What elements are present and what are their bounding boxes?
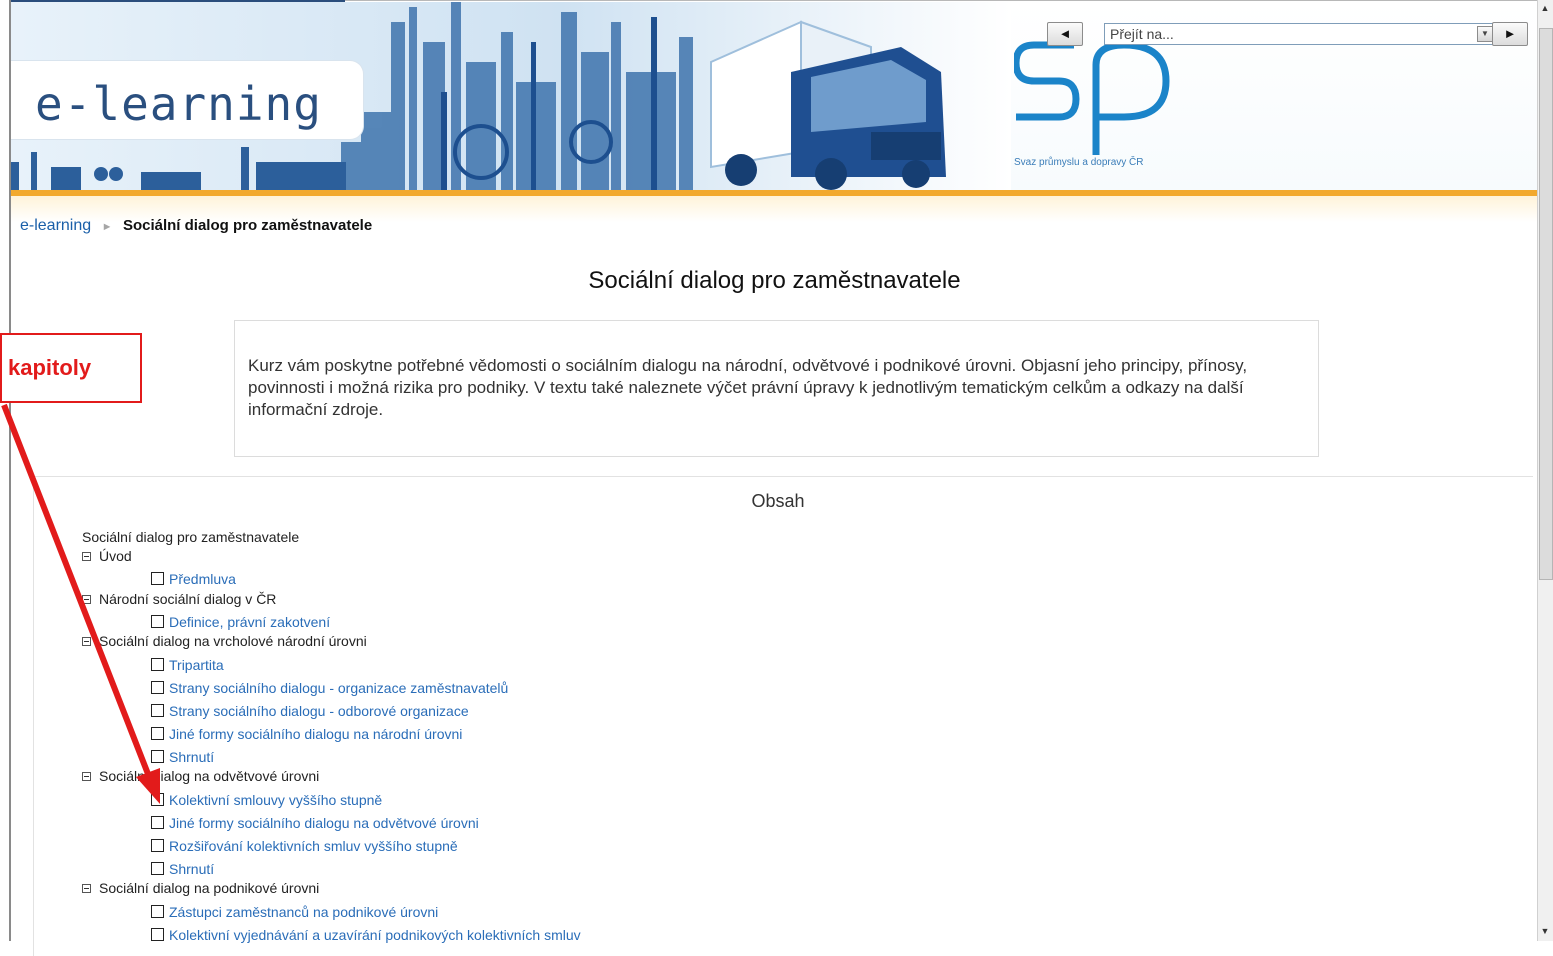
checkbox-icon[interactable] <box>151 704 164 717</box>
collapse-icon[interactable] <box>82 884 91 893</box>
breadcrumb-current: Sociální dialog pro zaměstnavatele <box>122 217 373 234</box>
scrollbar-thumb[interactable] <box>1539 28 1553 580</box>
toc-item[interactable]: Shrnutí <box>151 747 214 767</box>
toc-item[interactable]: Předmluva <box>151 569 236 589</box>
sp-logo-icon <box>1014 41 1170 155</box>
scroll-down-icon[interactable]: ▼ <box>1540 925 1550 937</box>
toc-item-link[interactable]: Tripartita <box>169 657 224 673</box>
toc-item[interactable]: Kolektivní vyjednávání a uzavírání podni… <box>151 925 581 945</box>
toc-section-label: Sociální dialog na odvětvové úrovni <box>99 768 320 784</box>
page-title: Sociální dialog pro zaměstnavatele <box>588 267 961 294</box>
checkbox-icon[interactable] <box>151 839 164 852</box>
toc-section-label: Sociální dialog na podnikové úrovni <box>99 880 320 896</box>
checkbox-icon[interactable] <box>151 681 164 694</box>
toc-root: Sociální dialog pro zaměstnavatele <box>82 529 300 545</box>
toc-title: Obsah <box>751 491 805 511</box>
toc-item[interactable]: Tripartita <box>151 655 224 675</box>
collapse-icon[interactable] <box>82 772 91 781</box>
breadcrumb-home-link[interactable]: e-learning <box>20 217 91 234</box>
site-header: e-learning Svaz průmyslu a dopravy ČR ◄ … <box>11 2 1538 190</box>
toc-item[interactable]: Jiné formy sociálního dialogu na národní… <box>151 724 462 744</box>
collapse-icon[interactable] <box>82 595 91 604</box>
collapse-icon[interactable] <box>82 552 91 561</box>
toc-section[interactable]: Národní sociální dialog v ČR <box>82 589 276 609</box>
chevron-down-icon[interactable]: ▼ <box>1477 26 1493 42</box>
checkbox-icon[interactable] <box>151 727 164 740</box>
elearning-logo-box[interactable]: e-learning <box>11 60 364 140</box>
toc-item-link[interactable]: Definice, právní zakotvení <box>169 614 330 630</box>
breadcrumb: e-learning ► Sociální dialog pro zaměstn… <box>20 217 372 235</box>
toc-item[interactable]: Definice, právní zakotvení <box>151 612 330 632</box>
toc-item-link[interactable]: Strany sociálního dialogu - organizace z… <box>169 680 508 696</box>
elearning-logo-text: e-learning <box>35 77 322 131</box>
scroll-up-icon[interactable]: ▲ <box>1540 2 1550 14</box>
toc-section-label: Národní sociální dialog v ČR <box>99 591 277 607</box>
toc-item-link[interactable]: Jiné formy sociálního dialogu na odvětvo… <box>169 815 479 831</box>
jump-to-select[interactable]: Přejít na... ▼ <box>1104 23 1496 45</box>
checkbox-icon[interactable] <box>151 750 164 763</box>
toc-item[interactable]: Zástupci zaměstnanců na podnikové úrovni <box>151 902 438 922</box>
toc-item-link[interactable]: Rozšiřování kolektivních smluv vyššího s… <box>169 838 458 854</box>
checkbox-icon[interactable] <box>151 862 164 875</box>
toc-item-link[interactable]: Shrnutí <box>169 749 214 765</box>
toc-item-link[interactable]: Strany sociálního dialogu - odborové org… <box>169 703 469 719</box>
course-summary: Kurz vám poskytne potřebné vědomosti o s… <box>234 320 1319 457</box>
annotation-callout: kapitoly <box>0 333 142 403</box>
org-caption: Svaz průmyslu a dopravy ČR <box>1014 157 1144 168</box>
checkbox-icon[interactable] <box>151 615 164 628</box>
checkbox-icon[interactable] <box>151 572 164 585</box>
toc-item[interactable]: Jiné formy sociálního dialogu na odvětvo… <box>151 813 479 833</box>
toc-section[interactable]: Sociální dialog na podnikové úrovni <box>82 878 319 898</box>
toc-section-label: Sociální dialog na vrcholové národní úro… <box>99 633 367 649</box>
checkbox-icon[interactable] <box>151 658 164 671</box>
toc-item-link[interactable]: Zástupci zaměstnanců na podnikové úrovni <box>169 904 438 920</box>
window-left-border <box>0 0 11 941</box>
checkbox-icon[interactable] <box>151 905 164 918</box>
prev-activity-button[interactable]: ◄ <box>1047 22 1083 46</box>
toc-section[interactable]: Úvod <box>82 546 132 566</box>
toc-item-link[interactable]: Shrnutí <box>169 861 214 877</box>
checkbox-icon[interactable] <box>151 816 164 829</box>
vertical-scrollbar[interactable]: ▲ ▼ <box>1537 0 1553 941</box>
toc-item-link[interactable]: Kolektivní smlouvy vyššího stupně <box>169 792 382 808</box>
toc-item[interactable]: Strany sociálního dialogu - organizace z… <box>151 678 508 698</box>
toc-item[interactable]: Shrnutí <box>151 859 214 879</box>
jump-to-value: Přejít na... <box>1110 26 1174 42</box>
checkbox-icon[interactable] <box>151 793 164 806</box>
toc-section[interactable]: Sociální dialog na vrcholové národní úro… <box>82 631 367 651</box>
collapse-icon[interactable] <box>82 637 91 646</box>
toc-section[interactable]: Sociální dialog na odvětvové úrovni <box>82 766 319 786</box>
toc-section-label: Úvod <box>99 548 132 564</box>
toc-item[interactable]: Rozšiřování kolektivních smluv vyššího s… <box>151 836 458 856</box>
next-activity-button[interactable]: ► <box>1492 22 1528 46</box>
toc-item-link[interactable]: Jiné formy sociálního dialogu na národní… <box>169 726 462 742</box>
toc-item-link[interactable]: Předmluva <box>169 571 236 587</box>
toc-item[interactable]: Strany sociálního dialogu - odborové org… <box>151 701 469 721</box>
toc-item[interactable]: Kolektivní smlouvy vyššího stupně <box>151 790 382 810</box>
checkbox-icon[interactable] <box>151 928 164 941</box>
breadcrumb-separator: ► <box>101 221 113 233</box>
